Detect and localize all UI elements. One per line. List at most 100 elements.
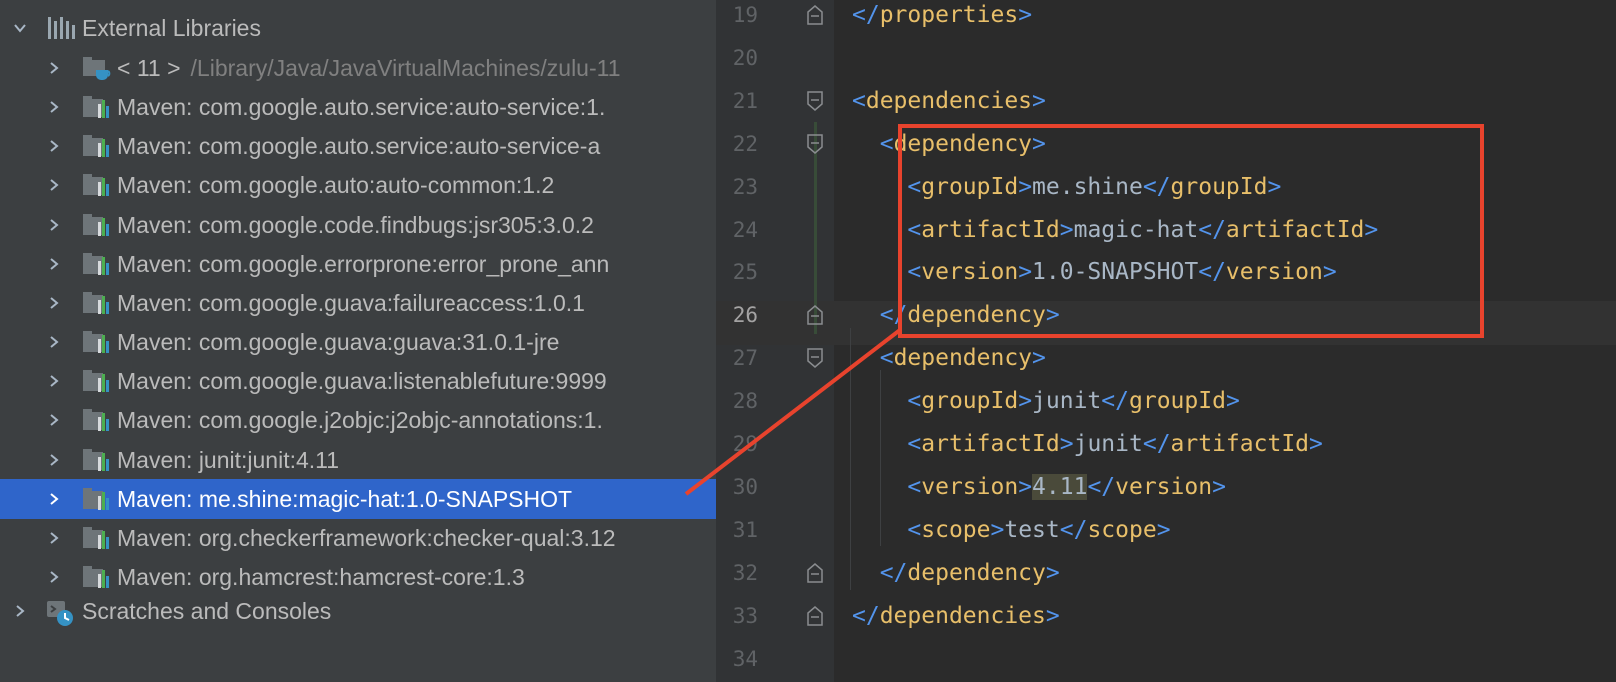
code-line[interactable]: </dependency> (852, 551, 1060, 595)
chevron-right-icon[interactable] (44, 479, 64, 519)
code-line[interactable]: </properties> (852, 0, 1032, 37)
line-number: 25 (732, 260, 758, 284)
line-number: 24 (732, 218, 758, 242)
code-line[interactable]: </dependencies> (852, 594, 1060, 638)
library-icon (82, 251, 112, 277)
library-icon (82, 329, 112, 355)
project-tree-panel: External Libraries < 11 > /Library/Java/J… (0, 0, 716, 682)
chevron-right-icon[interactable] (44, 126, 64, 166)
line-number: 26 (732, 303, 758, 327)
tree-node-label: Maven: me.shine:magic-hat:1.0-SNAPSHOT (117, 486, 572, 512)
tree-node-library[interactable]: Maven: com.google.auto.service:auto-serv… (0, 126, 716, 166)
libraries-icon (46, 15, 76, 41)
code-line[interactable]: <version>4.11</version> (852, 465, 1226, 509)
fold-start-icon[interactable] (806, 133, 824, 155)
library-icon (82, 172, 112, 198)
tree-node-label: Maven: com.google.errorprone:error_prone… (117, 251, 609, 277)
tree-node-label: Maven: com.google.code.findbugs:jsr305:3… (117, 212, 594, 238)
library-icon (82, 525, 112, 551)
tree-node-name: Maven: com.google.j2objc:j2objc-annotati… (117, 407, 603, 433)
code-line[interactable]: <dependency> (852, 336, 1046, 380)
tree-node-name: Maven: com.google.auto.service:auto-serv… (117, 94, 606, 120)
code-line[interactable]: <scope>test</scope> (852, 508, 1170, 552)
line-number: 34 (732, 647, 758, 671)
chevron-right-icon[interactable] (44, 518, 64, 558)
line-number: 30 (732, 475, 758, 499)
tree-node-library[interactable]: Maven: com.google.guava:guava:31.0.1-jre (0, 322, 716, 362)
tree-node-name: Maven: com.google.code.findbugs:jsr305:3… (117, 212, 594, 238)
tree-node-label: Maven: com.google.guava:failureaccess:1.… (117, 290, 585, 316)
chevron-right-icon[interactable] (44, 361, 64, 401)
tree-node-name: Maven: com.google.guava:guava:31.0.1-jre (117, 329, 560, 355)
library-icon (82, 133, 112, 159)
tree-node-name: Maven: org.hamcrest:hamcrest-core:1.3 (117, 564, 525, 590)
tree-node-library[interactable]: Maven: com.google.j2objc:j2objc-annotati… (0, 400, 716, 440)
tree-node-library[interactable]: Maven: com.google.errorprone:error_prone… (0, 244, 716, 284)
chevron-right-icon[interactable] (44, 440, 64, 480)
code-line[interactable]: <dependencies> (852, 79, 1046, 123)
scratches-icon (46, 598, 76, 626)
line-number: 21 (732, 89, 758, 113)
library-icon (82, 564, 112, 590)
chevron-right-icon[interactable] (44, 165, 64, 205)
tree-node-library[interactable]: Maven: com.google.auto.service:auto-serv… (0, 87, 716, 127)
tree-node-name: Maven: org.checkerframework:checker-qual… (117, 525, 616, 551)
tree-node-name: Maven: com.google.guava:listenablefuture… (117, 368, 607, 394)
line-number: 20 (732, 46, 758, 70)
chevron-right-icon[interactable] (44, 400, 64, 440)
fold-start-icon[interactable] (806, 347, 824, 369)
chevron-right-icon[interactable] (44, 205, 64, 245)
chevron-down-icon[interactable] (10, 8, 30, 48)
tree-node-path: /Library/Java/JavaVirtualMachines/zulu-1… (190, 55, 621, 81)
library-icon (82, 368, 112, 394)
jdk-folder-icon (82, 55, 112, 81)
library-icon (82, 407, 112, 433)
tree-node-name: Maven: junit:junit:4.11 (117, 447, 340, 473)
tree-node-name: Maven: com.google.auto.service:auto-serv… (117, 133, 601, 159)
indent-guide (850, 328, 851, 590)
fold-end-icon[interactable] (806, 4, 824, 26)
code-line[interactable]: <groupId>junit</groupId> (852, 379, 1239, 423)
tree-node-label: Maven: org.checkerframework:checker-qual… (117, 525, 616, 551)
tree-node-name: Maven: com.google.errorprone:error_prone… (117, 251, 610, 277)
library-icon (82, 212, 112, 238)
tree-node-external-libraries[interactable]: External Libraries (0, 8, 716, 48)
chevron-right-icon[interactable] (44, 322, 64, 362)
chevron-right-icon[interactable] (44, 48, 64, 88)
tree-node-label: Maven: com.google.j2objc:j2objc-annotati… (117, 407, 603, 433)
library-icon (82, 447, 112, 473)
chevron-right-icon[interactable] (44, 87, 64, 127)
tree-node-label: Scratches and Consoles (82, 598, 332, 624)
chevron-right-icon[interactable] (10, 591, 30, 631)
tree-node-name: < 11 > (117, 55, 181, 81)
tree-node-library[interactable]: Maven: com.google.guava:failureaccess:1.… (0, 283, 716, 323)
tree-node-label: Maven: junit:junit:4.11 (117, 447, 339, 473)
library-icon (82, 486, 112, 512)
tree-node-label: < 11 > /Library/Java/JavaVirtualMachines/… (117, 55, 621, 81)
tree-node-library[interactable]: Maven: com.google.auto:auto-common:1.2 (0, 165, 716, 205)
tree-node-library[interactable]: Maven: me.shine:magic-hat:1.0-SNAPSHOT (0, 479, 716, 519)
fold-end-icon[interactable] (806, 605, 824, 627)
tree-node-library[interactable]: Maven: org.checkerframework:checker-qual… (0, 518, 716, 558)
tree-node-label: Maven: com.google.auto:auto-common:1.2 (117, 172, 554, 198)
tree-node-library[interactable]: Maven: com.google.code.findbugs:jsr305:3… (0, 205, 716, 245)
code-line[interactable]: <artifactId>junit</artifactId> (852, 422, 1323, 466)
tree-node-library[interactable]: < 11 > /Library/Java/JavaVirtualMachines/… (0, 48, 716, 88)
library-icon (82, 290, 112, 316)
fold-end-icon[interactable] (806, 304, 824, 326)
chevron-right-icon[interactable] (44, 244, 64, 284)
line-number: 22 (732, 132, 758, 156)
fold-end-icon[interactable] (806, 562, 824, 584)
code-editor[interactable]: 19 </properties> 20 21 <dependencies> 22 <dep… (716, 0, 1616, 682)
tree-node-label: Maven: com.google.auto.service:auto-serv… (117, 133, 600, 159)
tree-node-library[interactable]: Maven: junit:junit:4.11 (0, 440, 716, 480)
tree-node-name: Maven: com.google.guava:failureaccess:1.… (117, 290, 585, 316)
tree-node-label: Maven: com.google.guava:guava:31.0.1-jre (117, 329, 559, 355)
line-number: 19 (732, 3, 758, 27)
fold-start-icon[interactable] (806, 90, 824, 112)
tree-node-scratches[interactable]: Scratches and Consoles (0, 591, 716, 631)
tree-node-library[interactable]: Maven: com.google.guava:listenablefuture… (0, 361, 716, 401)
annotation-highlight-box (898, 124, 1484, 338)
tree-node-label: Maven: com.google.guava:listenablefuture… (117, 368, 607, 394)
chevron-right-icon[interactable] (44, 283, 64, 323)
